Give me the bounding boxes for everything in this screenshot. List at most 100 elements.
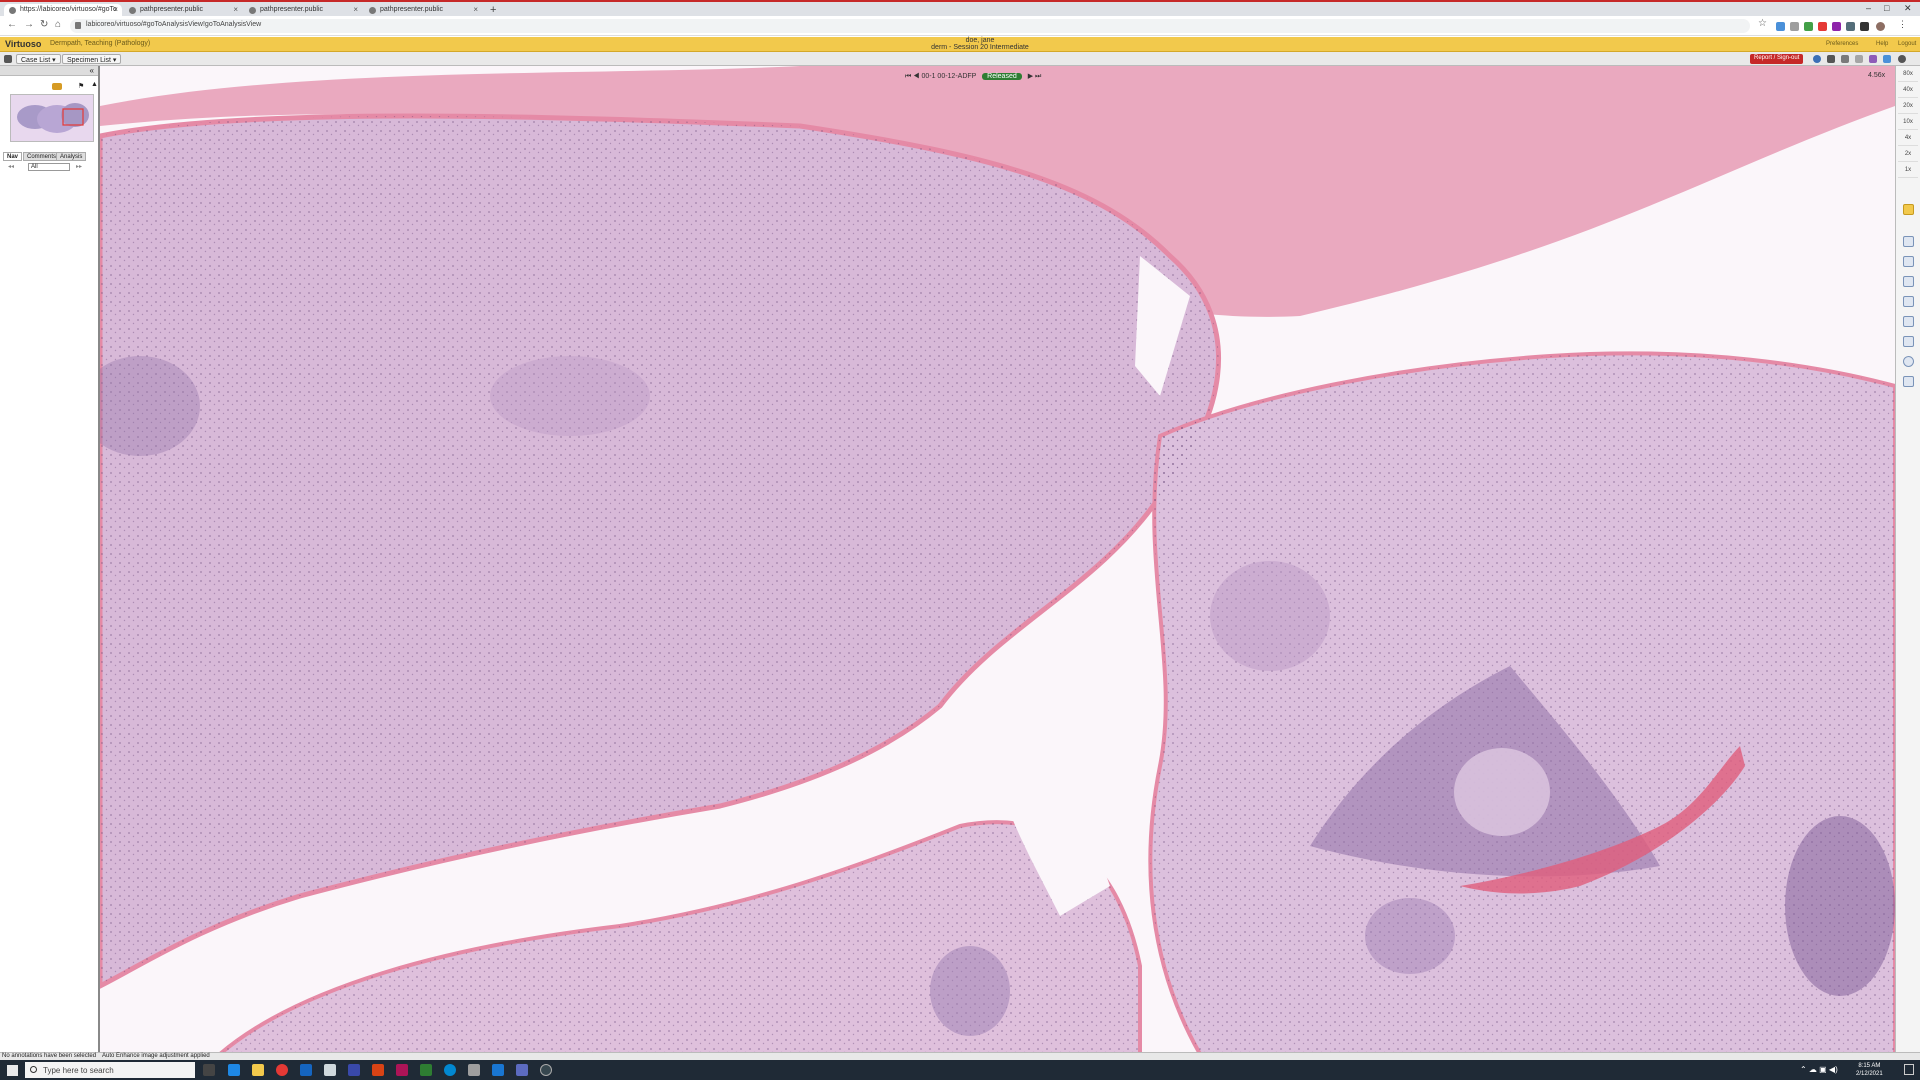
specimen-list-dropdown[interactable]: Specimen List ▾ xyxy=(62,54,122,64)
freehand-tool-icon[interactable] xyxy=(1903,276,1914,287)
home-icon[interactable]: ⌂ xyxy=(55,19,61,30)
mag-80x[interactable]: 80x xyxy=(1898,68,1918,82)
taskbar-search[interactable]: Type here to search xyxy=(25,1062,195,1078)
task-view-icon[interactable] xyxy=(203,1064,215,1076)
search-icon xyxy=(30,1066,37,1073)
slide-thumbnail[interactable] xyxy=(10,94,94,142)
report-signout-button[interactable]: Report / Sign-out xyxy=(1750,54,1804,64)
logout-link[interactable]: Logout xyxy=(1898,41,1916,47)
app-icon[interactable] xyxy=(324,1064,336,1076)
text-tool-icon[interactable] xyxy=(1903,316,1914,327)
chrome-icon[interactable] xyxy=(276,1064,288,1076)
close-tab-icon[interactable]: × xyxy=(473,5,478,14)
link-icon[interactable] xyxy=(1841,55,1849,63)
ellipse-tool-icon[interactable] xyxy=(1903,356,1914,367)
zoom-icon[interactable] xyxy=(1898,55,1906,63)
case-list-dropdown[interactable]: Case List ▾ xyxy=(16,54,61,64)
tab-comments[interactable]: Comments xyxy=(23,152,61,161)
word-icon[interactable] xyxy=(492,1064,504,1076)
teams-icon[interactable] xyxy=(516,1064,528,1076)
powerpoint-icon[interactable] xyxy=(372,1064,384,1076)
rectangle-tool-icon[interactable] xyxy=(1903,236,1914,247)
lock-icon xyxy=(75,22,81,29)
app-icon[interactable] xyxy=(348,1064,360,1076)
forward-icon[interactable]: → xyxy=(24,19,34,30)
extension-icon[interactable] xyxy=(1832,22,1841,31)
home-icon[interactable] xyxy=(4,55,12,63)
annotation-status: No annotations have been selected xyxy=(2,1053,97,1059)
next-icon[interactable]: ▸▸ xyxy=(76,163,82,170)
back-icon[interactable]: ← xyxy=(7,19,17,30)
label-icon[interactable] xyxy=(52,83,62,90)
app-icon[interactable] xyxy=(396,1064,408,1076)
url-field[interactable]: labicoreo/virtuoso/#goToAnalysisView!goT… xyxy=(70,19,1750,33)
pan-tool-icon[interactable] xyxy=(1903,204,1914,215)
collapse-icon[interactable]: « xyxy=(90,66,94,75)
close-window-icon[interactable]: ✕ xyxy=(1904,3,1912,14)
tray-icons[interactable]: ⌃ ☁ ▣ ◀) xyxy=(1800,1065,1838,1074)
status-bar: No annotations have been selected Auto E… xyxy=(0,1052,1920,1060)
ruler-tool-icon[interactable] xyxy=(1903,336,1914,347)
close-tab-icon[interactable]: × xyxy=(233,5,238,14)
puzzle-icon[interactable] xyxy=(1860,22,1869,31)
taskbar-clock[interactable]: 8:15 AM 2/12/2021 xyxy=(1856,1062,1883,1078)
extension-icon[interactable] xyxy=(1776,22,1785,31)
notification-icon[interactable] xyxy=(1904,1064,1914,1075)
arrow-up-icon[interactable]: ▲ xyxy=(91,81,98,88)
camera-icon[interactable] xyxy=(1827,55,1835,63)
close-tab-icon[interactable]: × xyxy=(353,5,358,14)
extension-icon[interactable] xyxy=(1804,22,1813,31)
mag-2x[interactable]: 2x xyxy=(1898,148,1918,162)
left-sidebar: « ⚑ ▲ Nav Comments Analysis ◂◂ All ▸▸ xyxy=(0,66,100,1054)
minimize-icon[interactable]: – xyxy=(1866,3,1871,13)
browser-menu-icon[interactable]: ⋮ xyxy=(1898,19,1907,29)
help-link[interactable]: Help xyxy=(1876,41,1888,47)
slide-viewer[interactable] xyxy=(100,66,1895,1054)
extension-icon[interactable] xyxy=(1846,22,1855,31)
first-slide-icon[interactable]: ⏮ xyxy=(905,73,911,80)
windows-start-icon[interactable] xyxy=(7,1065,18,1076)
file-explorer-icon[interactable] xyxy=(252,1064,264,1076)
app-toolbar: Case List ▾ Specimen List ▾ Report / Sig… xyxy=(0,52,1920,66)
preferences-link[interactable]: Preferences xyxy=(1826,41,1858,47)
prev-icon[interactable]: ◂◂ xyxy=(8,163,14,170)
extension-icon[interactable] xyxy=(1790,22,1799,31)
extension-icon[interactable] xyxy=(1818,22,1827,31)
clock-time: 8:15 AM xyxy=(1858,1063,1881,1069)
excel-icon[interactable] xyxy=(420,1064,432,1076)
app-icon[interactable] xyxy=(540,1064,552,1076)
edge-icon[interactable] xyxy=(228,1064,240,1076)
grid-tool-icon[interactable] xyxy=(1903,376,1914,387)
mag-4x[interactable]: 4x xyxy=(1898,132,1918,146)
profile-avatar[interactable] xyxy=(1876,22,1885,31)
tab-analysis[interactable]: Analysis xyxy=(56,152,87,161)
arrow-tool-icon[interactable] xyxy=(1903,296,1914,307)
mag-40x[interactable]: 40x xyxy=(1898,84,1918,98)
bookmark-star-icon[interactable]: ☆ xyxy=(1758,18,1767,29)
address-bar-row: ← → ↻ ⌂ labicoreo/virtuoso/#goToAnalysis… xyxy=(0,16,1920,36)
mag-20x[interactable]: 20x xyxy=(1898,100,1918,114)
polygon-tool-icon[interactable] xyxy=(1903,256,1914,267)
close-tab-icon[interactable]: × xyxy=(113,5,118,14)
prev-slide-icon[interactable]: ◀ xyxy=(913,73,919,80)
histology-slide-image[interactable] xyxy=(100,66,1895,1054)
flag-icon[interactable]: ⚑ xyxy=(78,82,84,90)
windows-taskbar: Type here to search ⌃ ☁ ▣ ◀) 8:15 AM 2/1… xyxy=(0,1060,1920,1080)
color-adjust-icon[interactable] xyxy=(1869,55,1877,63)
last-slide-icon[interactable]: ⏭ xyxy=(1035,73,1041,80)
new-tab-button[interactable]: + xyxy=(490,4,496,16)
layout-icon[interactable] xyxy=(1883,55,1891,63)
skype-icon[interactable] xyxy=(444,1064,456,1076)
info-icon[interactable] xyxy=(1813,55,1821,63)
filter-select[interactable]: All xyxy=(28,163,70,171)
mag-10x[interactable]: 10x xyxy=(1898,116,1918,130)
mag-1x[interactable]: 1x xyxy=(1898,164,1918,178)
maximize-icon[interactable]: □ xyxy=(1884,3,1889,13)
settings-icon[interactable] xyxy=(1855,55,1863,63)
browser-tab-strip: https://labicoreo/virtuoso/#goTo × pathpr… xyxy=(0,0,1920,18)
reload-icon[interactable]: ↻ xyxy=(40,19,48,30)
next-slide-icon[interactable]: ▶ xyxy=(1028,73,1033,80)
tab-nav[interactable]: Nav xyxy=(3,152,23,161)
chat-icon[interactable] xyxy=(468,1064,480,1076)
outlook-icon[interactable] xyxy=(300,1064,312,1076)
